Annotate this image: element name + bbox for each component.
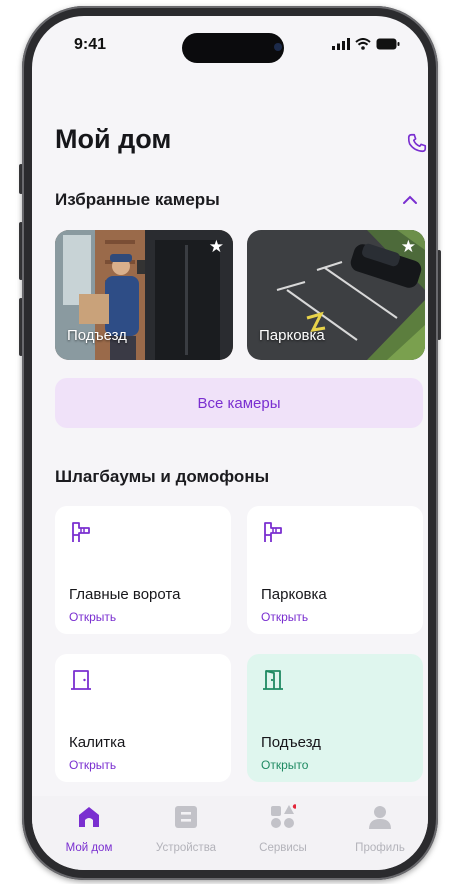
favorites-title: Избранные камеры (55, 190, 220, 209)
devices-icon (175, 806, 197, 828)
barrier-card-main-gate[interactable]: Главные ворота Открыть (55, 506, 231, 634)
status-bar: 9:41 (32, 16, 428, 70)
tab-bar: Мой дом Устройства Сервисы Профиль (32, 796, 428, 870)
tab-my-home[interactable]: Мой дом (49, 804, 129, 854)
page-title: Мой дом (55, 124, 172, 154)
tab-label: Устройства (155, 842, 217, 854)
barrier-name: Главные ворота (69, 586, 181, 603)
status-time: 9:41 (74, 36, 107, 53)
barrier-name: Парковка (261, 586, 327, 603)
door-icon (71, 670, 91, 690)
barrier-card-parking[interactable]: Парковка Открыть (247, 506, 423, 634)
services-icon (271, 804, 298, 828)
open-action-link[interactable]: Открыть (69, 758, 116, 772)
camera-label: Подъезд (67, 327, 127, 344)
tab-devices[interactable]: Устройства (146, 804, 226, 854)
barrier-card-entrance[interactable]: Подъезд Открыто (247, 654, 423, 782)
all-cameras-button[interactable]: Все камеры (55, 378, 423, 428)
profile-icon (369, 806, 391, 829)
tab-label: Сервисы (259, 842, 307, 854)
dynamic-island (182, 33, 284, 63)
camera-card-entrance[interactable]: ★ Подъезд (55, 230, 233, 360)
tab-label: Мой дом (65, 842, 113, 854)
tab-profile[interactable]: Профиль (340, 804, 420, 854)
app-screen: 9:41 Мой дом Избранные камеры ★ Подъезд … (32, 16, 428, 870)
barrier-name: Калитка (69, 734, 126, 751)
wifi-icon (355, 38, 371, 50)
camera-card-parking[interactable]: ★ Парковка (247, 230, 425, 360)
door-open-icon (263, 670, 283, 690)
favorite-star-icon[interactable]: ★ (209, 238, 224, 255)
barrier-name: Подъезд (261, 734, 321, 751)
battery-icon (376, 38, 400, 50)
signal-icon (332, 38, 350, 50)
tab-label: Профиль (355, 842, 405, 854)
chevron-up-icon[interactable] (402, 194, 418, 206)
open-status-text: Открыто (261, 758, 309, 772)
open-action-link[interactable]: Открыть (261, 610, 308, 624)
tab-services[interactable]: Сервисы (243, 804, 323, 854)
barrier-icon (72, 522, 90, 542)
open-action-link[interactable]: Открыть (69, 610, 116, 624)
barrier-card-wicket[interactable]: Калитка Открыть (55, 654, 231, 782)
favorite-star-icon[interactable]: ★ (401, 238, 416, 255)
camera-label: Парковка (259, 327, 325, 344)
home-icon (79, 807, 99, 827)
barrier-icon (264, 522, 282, 542)
barriers-title: Шлагбаумы и домофоны (55, 467, 270, 486)
status-icons (332, 38, 400, 50)
camera-lens (274, 43, 282, 51)
call-icon[interactable] (406, 132, 428, 154)
